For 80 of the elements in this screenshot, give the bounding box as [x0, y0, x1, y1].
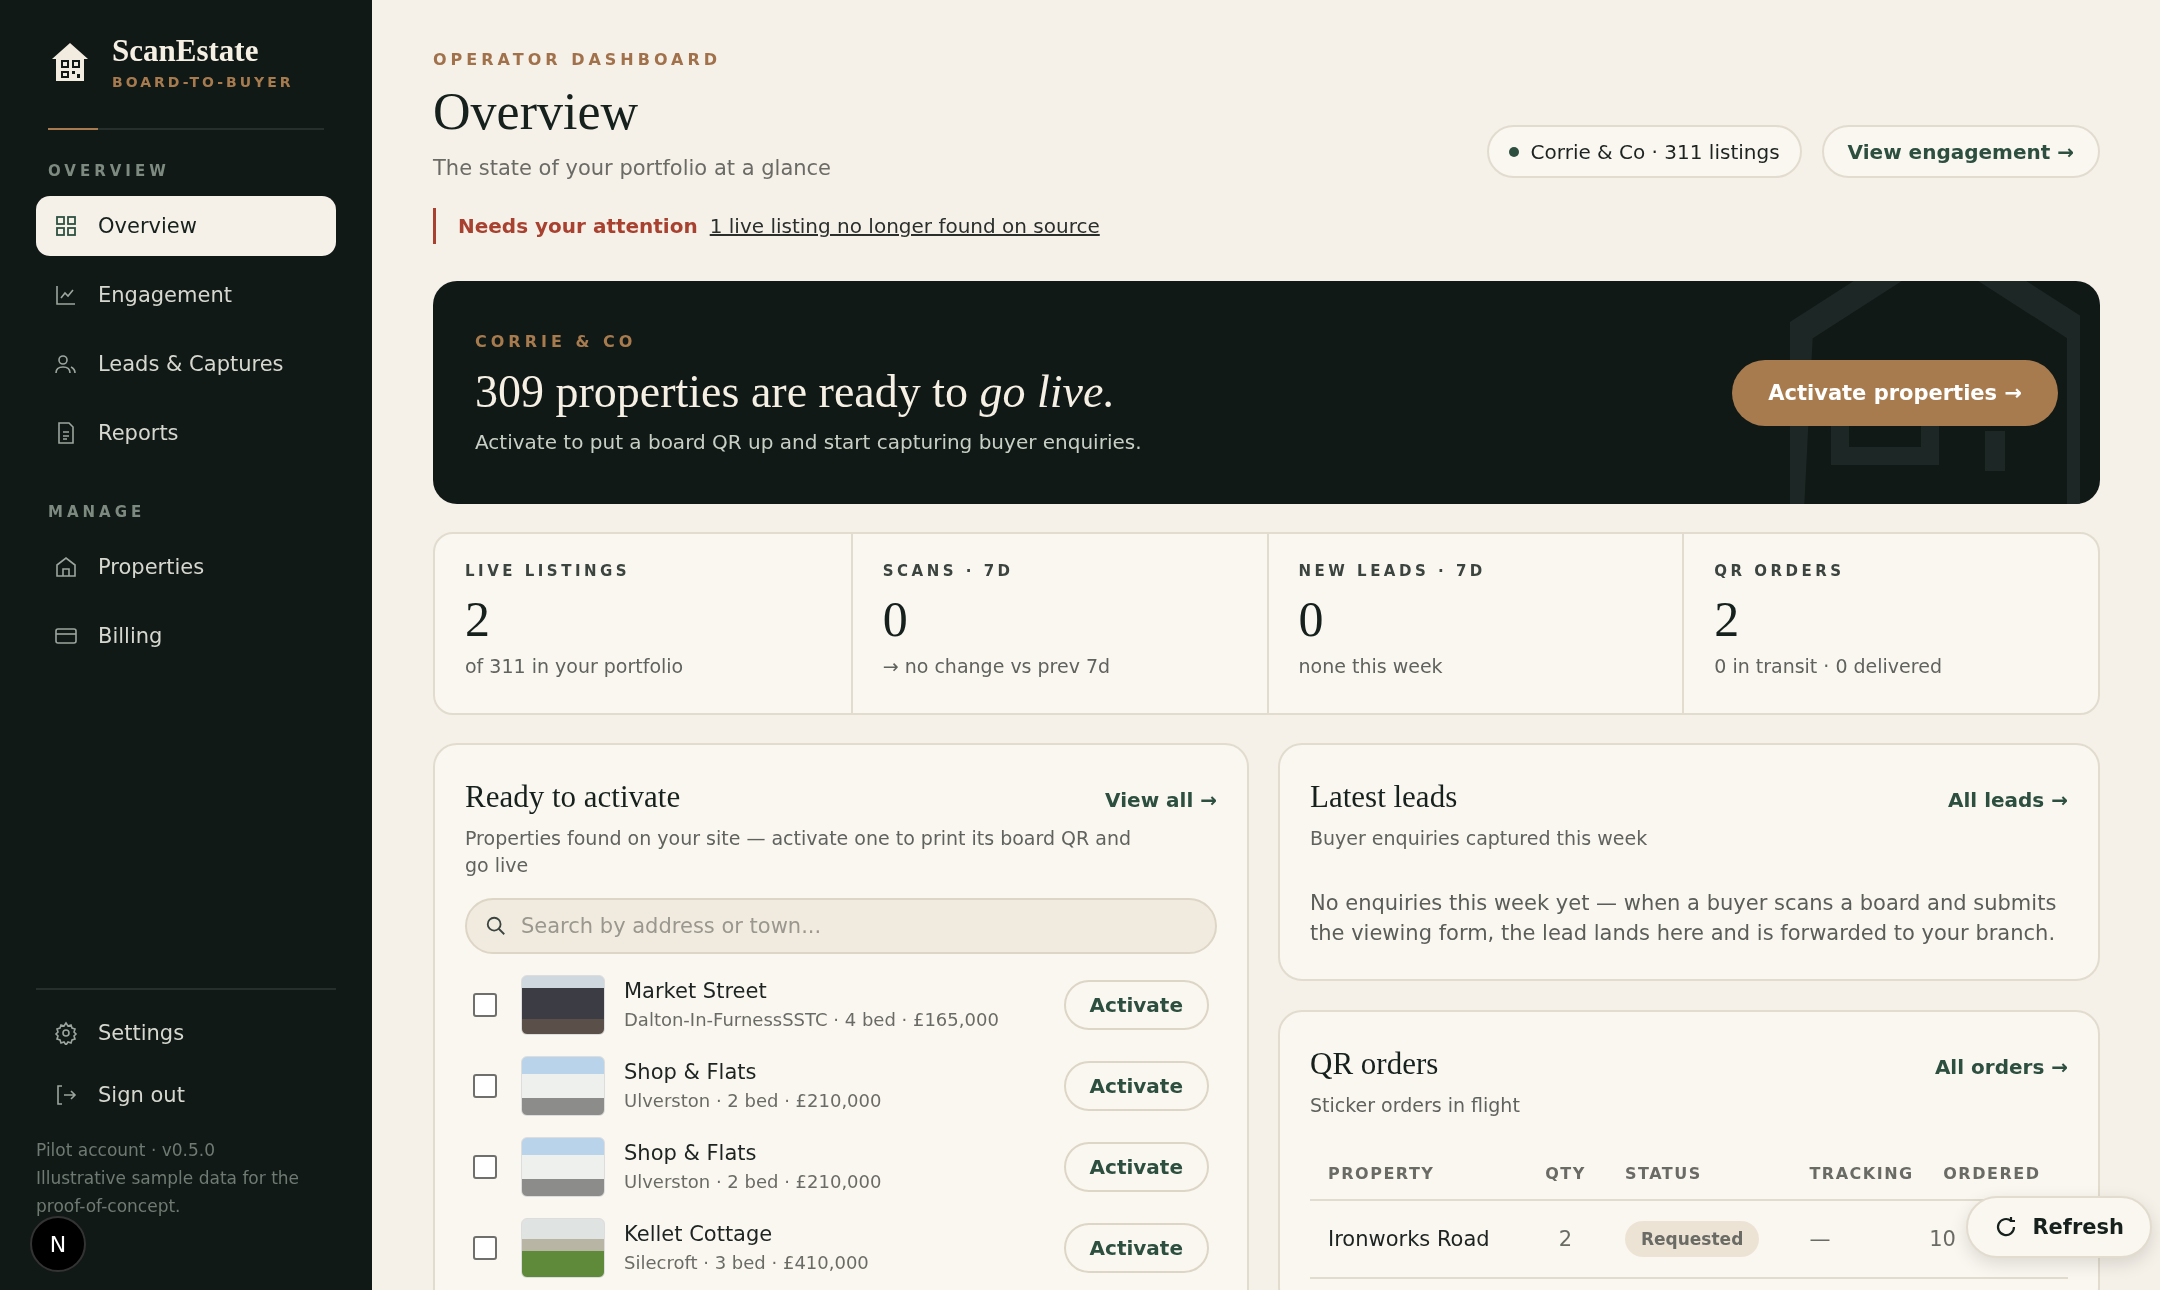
status-dot-icon: [1508, 146, 1519, 157]
settings-icon: [54, 1021, 78, 1045]
status-badge: Requested: [1624, 1221, 1760, 1258]
property-details: Silecroft · 3 bed · £410,000: [624, 1252, 870, 1274]
checkbox[interactable]: [473, 1073, 497, 1098]
nav-item[interactable]: Engagement: [36, 265, 336, 326]
panel-subtitle: Buyer enquiries captured this week: [1310, 826, 1649, 852]
stat-note: none this week: [1298, 655, 1444, 678]
nav-item[interactable]: Overview: [36, 196, 336, 257]
section-heading: OVERVIEW: [48, 162, 171, 181]
stat-note: → no change vs prev 7d: [882, 655, 1112, 678]
page-subtitle: The state of your portfolio at a glance: [433, 156, 832, 181]
checkbox[interactable]: [473, 1235, 497, 1260]
stat-label: LIVE LISTINGS: [465, 562, 632, 581]
footnote-text: Illustrative sample data for the proof-of-concept.: [36, 1167, 301, 1218]
property-details: Ulverston · 2 bed · £210,000: [624, 1090, 883, 1112]
property-name: Market Street: [624, 979, 768, 1004]
view-all-link[interactable]: View all →: [1105, 788, 1217, 813]
page-eyebrow: OPERATOR DASHBOARD: [433, 50, 723, 69]
property-details: Dalton-In-FurnessSSTC · 4 bed · £165,000: [624, 1009, 1000, 1031]
house-icon: [54, 555, 78, 580]
brand-name: ScanEstate: [112, 34, 260, 69]
sign-out-icon: [54, 1083, 78, 1107]
brand-tagline: BOARD-TO-BUYER: [112, 74, 294, 91]
panel-title: Ready to activate: [465, 779, 681, 816]
activate-properties-button[interactable]: Activate properties →: [1732, 359, 2058, 426]
checkbox[interactable]: [473, 992, 497, 1017]
nav-item[interactable]: Leads & Captures: [36, 334, 336, 395]
property-name: Shop & Flats: [624, 1060, 758, 1085]
column-header: QTY: [1524, 1148, 1607, 1201]
search-field[interactable]: Search by address or town...: [465, 898, 1217, 955]
column-header: TRACKING: [1791, 1148, 1944, 1201]
banner-headline: 309 properties are ready to go live.: [475, 364, 1116, 418]
banner-text: Activate to put a board QR up and start capturing buyer enquiries.: [475, 429, 1142, 454]
version-text: Pilot account · v0.5.0: [36, 1139, 217, 1162]
panel-title: QR orders: [1310, 1045, 1439, 1082]
section-heading: MANAGE: [48, 503, 147, 522]
activate-button[interactable]: Activate: [1063, 1060, 1209, 1111]
stat-note: of 311 in your portfolio: [465, 655, 685, 678]
activate-button[interactable]: Activate: [1063, 1141, 1209, 1192]
activate-button[interactable]: Activate: [1063, 979, 1209, 1030]
property-details: Ulverston · 2 bed · £210,000: [624, 1171, 883, 1193]
activate-button[interactable]: Activate: [1063, 1222, 1209, 1273]
stat-value: 2: [1714, 592, 1741, 648]
stat-value: 0: [1298, 592, 1325, 648]
panel-subtitle: Properties found on your site — activate one to print its board QR and go live: [465, 826, 1132, 878]
page-title: Overview: [433, 83, 640, 141]
panel-title: Latest leads: [1310, 779, 1458, 816]
search-icon: [485, 915, 507, 938]
stat-value: 0: [882, 592, 909, 648]
attention-link[interactable]: 1 live listing no longer found on source: [709, 214, 1100, 239]
nav-item[interactable]: Properties: [36, 537, 336, 598]
property-name: Kellet Cottage: [624, 1222, 774, 1247]
house-qr-logo-icon: [50, 41, 90, 84]
checkbox[interactable]: [473, 1154, 497, 1179]
nav-item[interactable]: Settings: [36, 1006, 336, 1060]
nav-item[interactable]: Sign out: [36, 1068, 336, 1122]
stat-label: QR ORDERS: [1714, 562, 1846, 581]
stat-label: SCANS · 7D: [882, 562, 1015, 581]
line-chart-icon: [54, 283, 78, 308]
banner-eyebrow: CORRIE & CO: [475, 331, 638, 351]
account-label: Corrie & Co · 311 listings: [1530, 139, 1780, 164]
table-cell: Ironworks Road: [1310, 1200, 1524, 1279]
empty-message: No enquiries this week yet — when a buyer scans a board and submits the viewing form, the lead lands here and is forwarded to your branch.: [1310, 889, 2058, 948]
stat-label: NEW LEADS · 7D: [1298, 562, 1487, 581]
grid-icon: [54, 214, 78, 239]
attention-label: Needs your attention: [458, 214, 698, 239]
nav-item[interactable]: Reports: [36, 403, 336, 464]
all-orders-link[interactable]: All orders →: [1934, 1054, 2068, 1079]
column-header: PROPERTY: [1310, 1148, 1524, 1201]
stat-note: 0 in transit · 0 delivered: [1714, 655, 1943, 678]
nav-item[interactable]: Billing: [36, 606, 336, 667]
column-header: STATUS: [1606, 1148, 1792, 1201]
refresh-button[interactable]: Refresh: [1966, 1196, 2152, 1258]
all-leads-link[interactable]: All leads →: [1948, 788, 2068, 813]
panel-subtitle: Sticker orders in flight: [1310, 1092, 1521, 1118]
table-cell: 2: [1524, 1200, 1607, 1279]
stat-value: 2: [465, 592, 491, 648]
property-name: Shop & Flats: [624, 1141, 758, 1166]
view-engagement-button[interactable]: View engagement →: [1821, 125, 2100, 179]
